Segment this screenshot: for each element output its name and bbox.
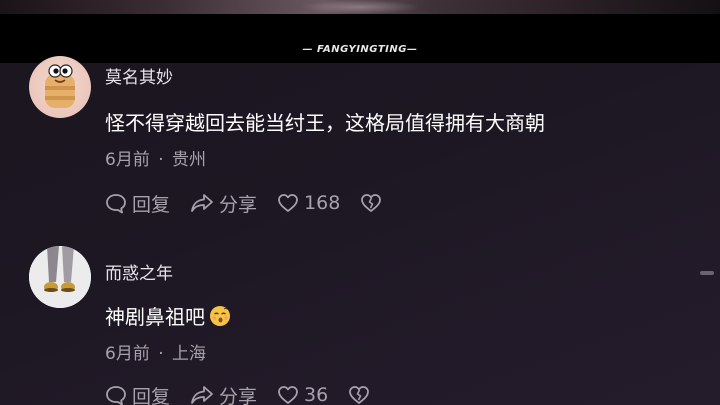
like-button[interactable]: 168 [277,192,340,214]
share-icon [191,194,213,212]
share-icon [191,386,213,404]
dislike-button[interactable] [360,193,387,213]
like-button[interactable]: 36 [277,384,328,405]
heart-icon [278,386,298,404]
reply-icon [106,386,126,405]
meta-separator: · [158,344,164,364]
comment-text: 怪不得穿越回去能当纣王，这格局值得拥有大商朝 [105,107,545,136]
like-count: 168 [304,192,341,214]
video-watermark: — FANGYINGTING— [302,44,418,55]
screen: — FANGYINGTING— 莫名其妙 怪不得穿越回去能当纣王，这格局值得拥有… [0,0,720,405]
share-label: 分享 [219,385,258,405]
like-count: 36 [304,384,329,405]
comment-text: 神剧鼻祖吧 [105,301,231,330]
comment-text-content: 神剧鼻祖吧 [105,305,205,329]
legs-photo-avatar-icon [29,246,91,308]
comments-panel: 莫名其妙 怪不得穿越回去能当纣王，这格局值得拥有大商朝 6月前 · 贵州 回复 [0,56,720,405]
comment-username[interactable]: 而惑之年 [105,259,173,284]
comment-actions: 回复 分享 168 [105,190,387,217]
reply-button[interactable]: 回复 [105,382,170,405]
video-preview[interactable] [0,0,720,14]
cartoon-character-avatar-icon [45,64,75,108]
comment-meta: 6月前 · 贵州 [105,145,206,170]
comment-time: 6月前 [105,344,150,364]
comment-actions: 回复 分享 36 [105,383,375,405]
reply-label: 回复 [132,193,171,216]
comment-location: 上海 [172,344,207,364]
kissing-face-emoji-icon [210,306,230,326]
share-button[interactable]: 分享 [190,382,257,405]
dislike-button[interactable] [348,385,375,405]
meta-separator: · [158,150,164,170]
scroll-handle[interactable] [700,271,714,275]
comment-username[interactable]: 莫名其妙 [105,63,173,88]
broken-heart-icon [361,194,382,212]
share-button[interactable]: 分享 [190,190,257,217]
avatar[interactable] [29,246,91,308]
comment-location: 贵州 [172,150,207,170]
broken-heart-icon [349,386,370,404]
heart-icon [278,194,298,212]
share-label: 分享 [219,193,258,216]
comment-meta: 6月前 · 上海 [105,339,206,364]
comment-time: 6月前 [105,150,150,170]
avatar[interactable] [29,56,91,118]
comment-text-content: 怪不得穿越回去能当纣王，这格局值得拥有大商朝 [105,111,545,135]
reply-label: 回复 [132,385,171,405]
reply-icon [106,194,126,214]
reply-button[interactable]: 回复 [105,190,170,217]
